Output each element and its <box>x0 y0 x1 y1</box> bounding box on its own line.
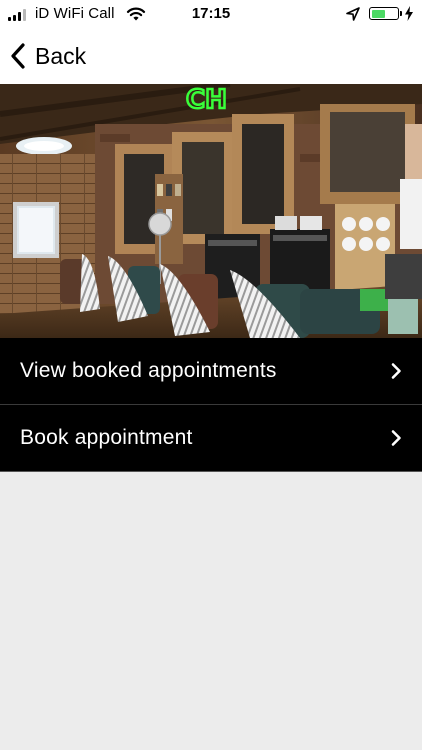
app-screen: iD WiFi Call 17:15 Back CH View booked a… <box>0 0 422 750</box>
neon-sign: CH <box>186 85 227 115</box>
battery-level <box>371 9 386 18</box>
menu-list: View booked appointments Book appointmen… <box>0 338 422 472</box>
barbershop-photo: CH <box>0 84 422 338</box>
location-arrow-icon <box>346 7 360 21</box>
battery-tip <box>400 11 402 16</box>
menu-divider <box>0 471 422 472</box>
chevron-right-icon <box>391 363 401 379</box>
battery-icon <box>369 7 399 20</box>
barbershop-illustration: CH <box>0 84 422 338</box>
chevron-right-icon <box>391 430 401 446</box>
navigation-bar: Back <box>0 28 422 84</box>
menu-item-label: View booked appointments <box>20 359 277 382</box>
menu-item-label: Book appointment <box>20 426 193 449</box>
menu-item-book-appointment[interactable]: Book appointment <box>0 404 422 471</box>
back-button[interactable]: Back <box>8 40 86 72</box>
charging-bolt-icon <box>405 6 413 21</box>
menu-item-view-booked-appointments[interactable]: View booked appointments <box>0 338 422 404</box>
chevron-left-icon <box>11 43 25 69</box>
back-label: Back <box>35 42 87 69</box>
status-bar: iD WiFi Call 17:15 <box>0 0 422 28</box>
